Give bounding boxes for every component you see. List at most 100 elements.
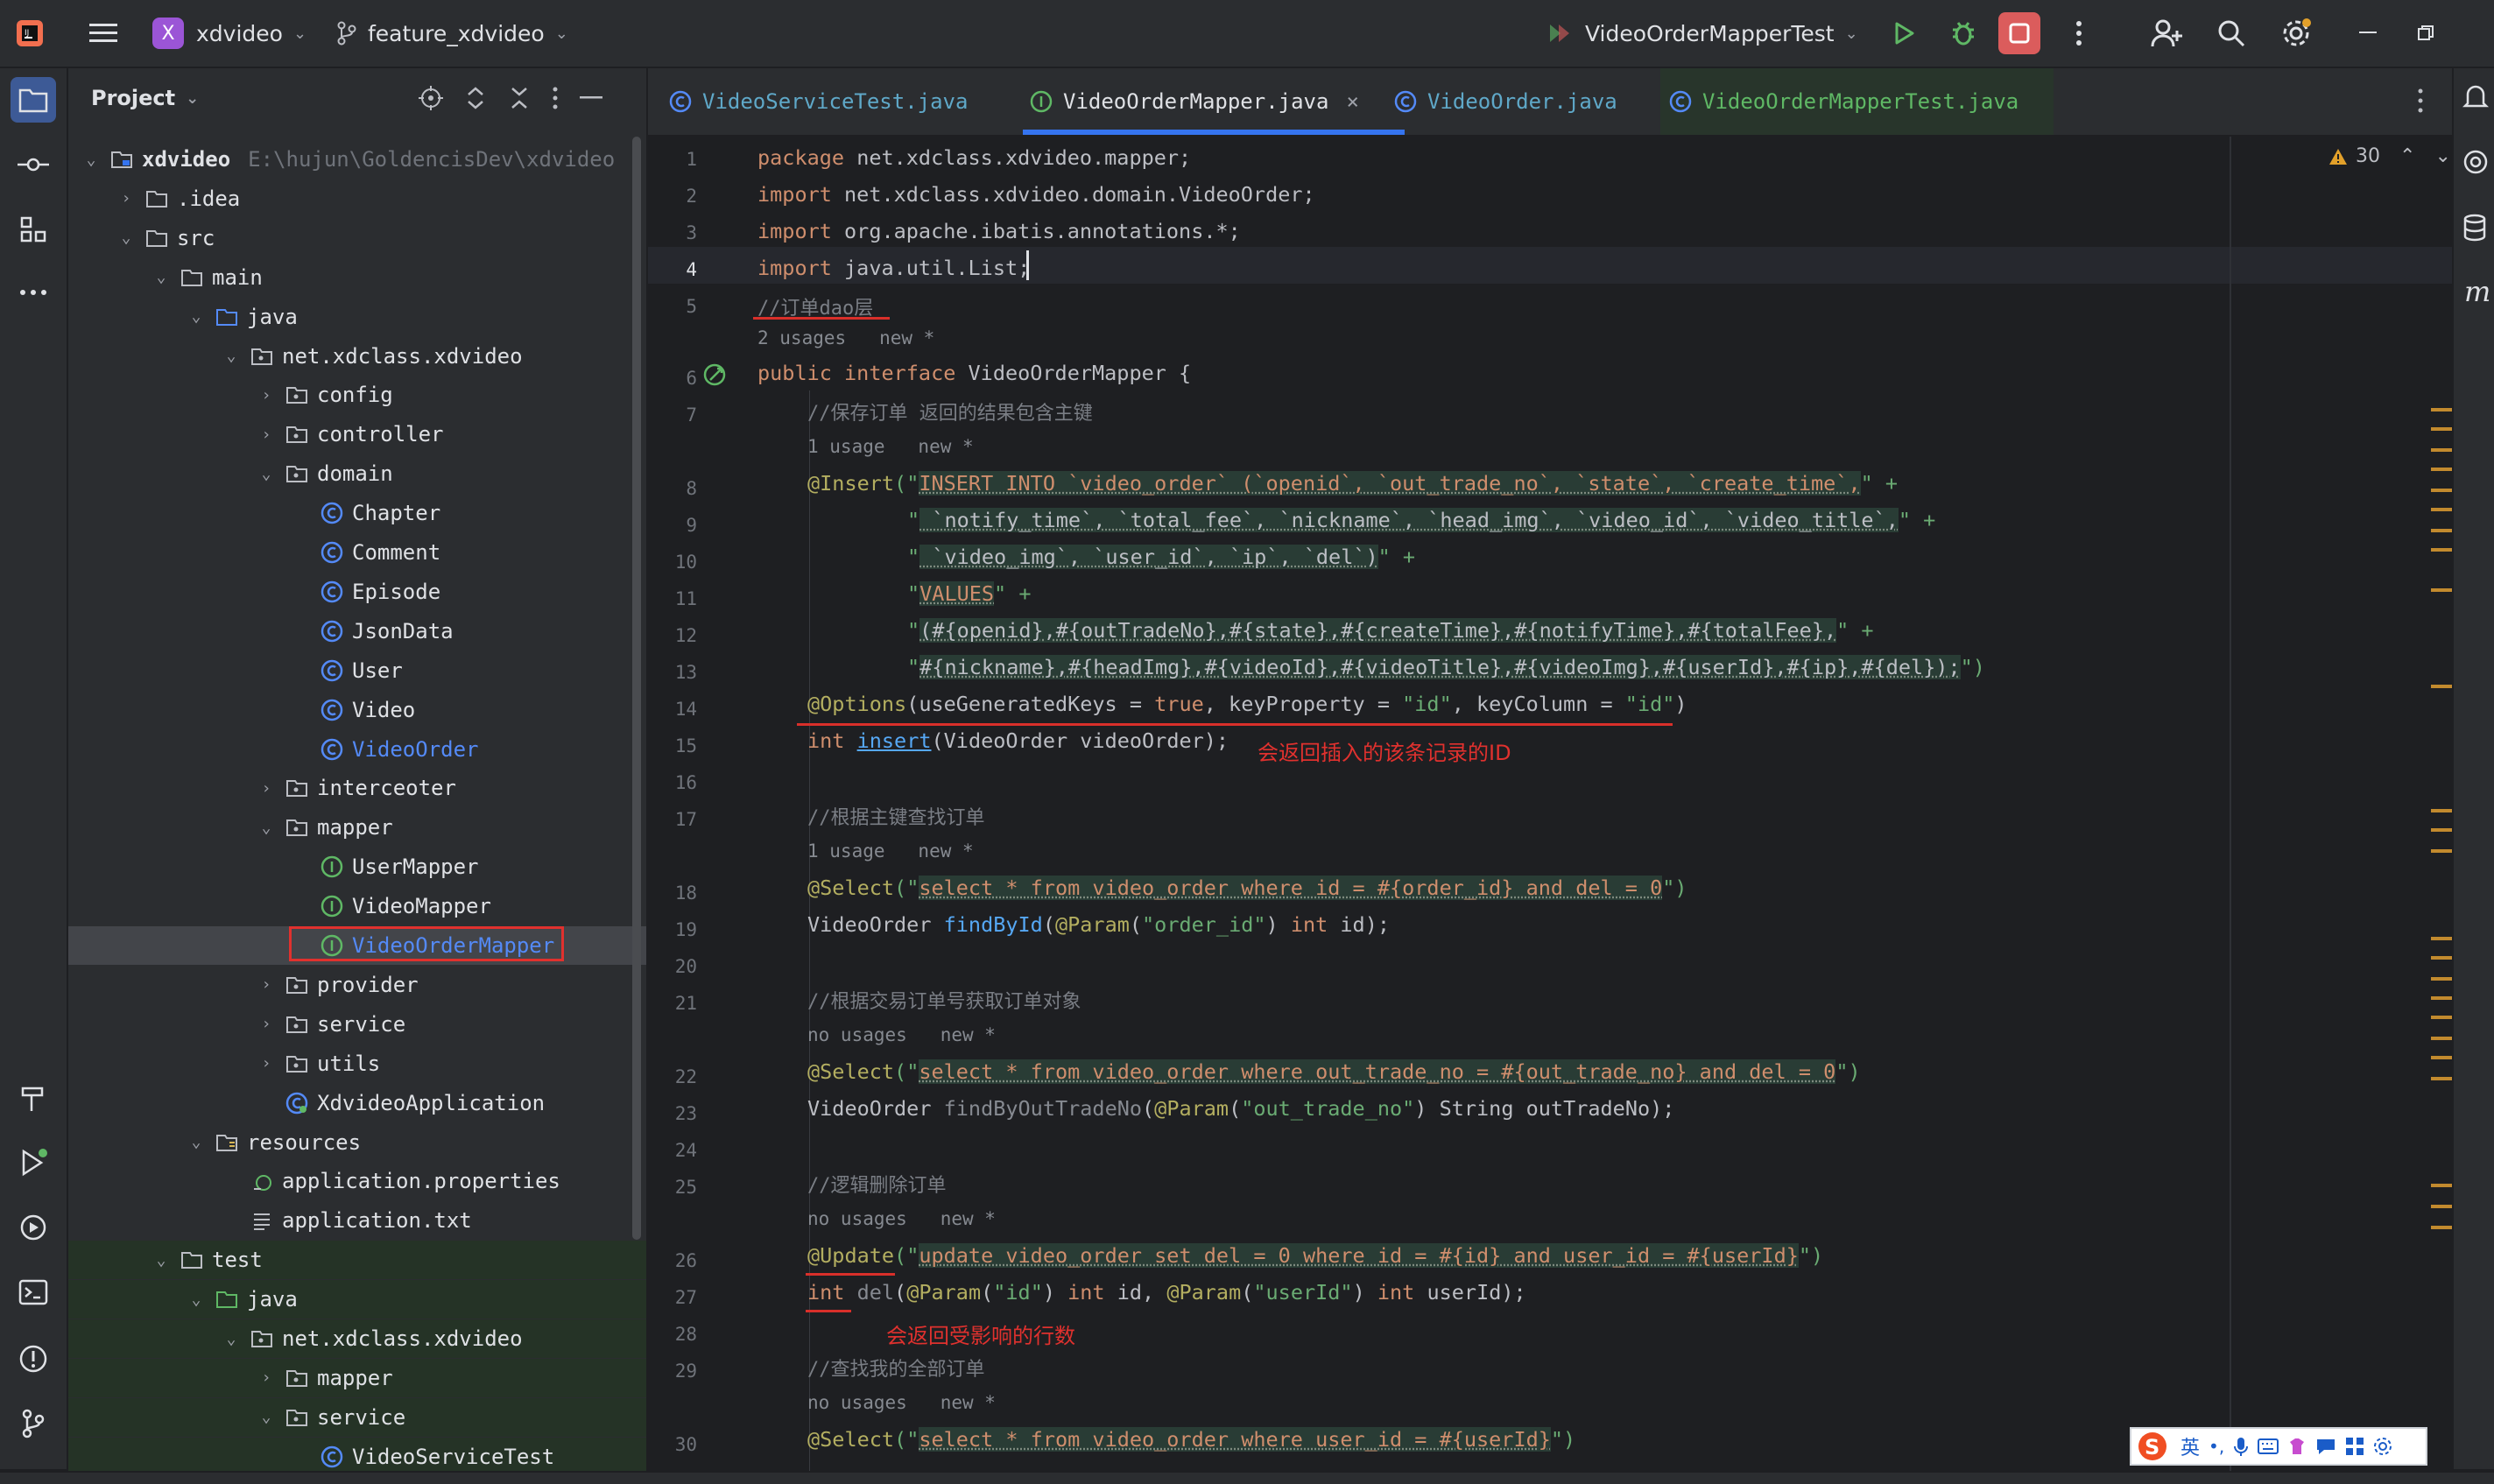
ai-assistant-icon[interactable] [2462, 149, 2489, 179]
ime-toolbar[interactable]: S 英 •, [2130, 1427, 2427, 1466]
tree-item[interactable]: ⌄ domain [68, 454, 646, 493]
chevron-down-icon[interactable]: ⌄ [151, 1251, 172, 1269]
tree-item[interactable]: › .idea [68, 179, 646, 218]
main-menu-icon[interactable] [82, 12, 124, 54]
project-panel-header[interactable]: Project ⌄ [91, 86, 199, 110]
usage-hint[interactable]: 1 usage new * [807, 436, 974, 457]
stop-button[interactable] [1998, 12, 2040, 54]
warning-stripe-mark[interactable] [2431, 548, 2454, 552]
project-tool-icon[interactable] [11, 77, 56, 123]
chevron-down-icon[interactable]: ⌄ [81, 151, 102, 169]
tree-item[interactable]: ⌄ test [68, 1241, 646, 1280]
project-switcher[interactable]: X xdvideo ⌄ [152, 0, 306, 67]
tree-item[interactable]: Comment [68, 533, 646, 572]
chevron-right-icon[interactable]: › [256, 1015, 277, 1033]
usage-hint[interactable]: 1 usage new * [807, 840, 974, 862]
app-logo-icon[interactable]: IJ [9, 12, 51, 54]
tree-item[interactable]: › config [68, 376, 646, 414]
chevron-right-icon[interactable]: › [116, 189, 137, 207]
microphone-icon[interactable] [2233, 1436, 2249, 1457]
minimize-icon[interactable] [2347, 12, 2389, 54]
skin-icon[interactable] [2287, 1437, 2307, 1456]
problems-tool-icon[interactable] [12, 1338, 54, 1380]
tree-item[interactable]: Episode [68, 573, 646, 611]
add-user-icon[interactable] [2145, 12, 2188, 54]
tree-item[interactable]: application.properties [68, 1162, 646, 1200]
tab-video-order-mapper[interactable]: VideoOrderMapper.java × [1030, 68, 1359, 135]
commit-tool-icon[interactable] [12, 144, 54, 186]
warning-stripe-mark[interactable] [2431, 489, 2454, 492]
warning-stripe-mark[interactable] [2431, 809, 2454, 812]
warning-stripe-mark[interactable] [2431, 468, 2454, 471]
tab-video-order[interactable]: VideoOrder.java [1394, 68, 1617, 135]
warning-stripe-mark[interactable] [2431, 956, 2454, 960]
warning-stripe-mark[interactable] [2431, 588, 2454, 592]
chevron-right-icon[interactable]: › [256, 426, 277, 444]
warning-stripe-mark[interactable] [2431, 1016, 2454, 1019]
restore-window-icon[interactable] [2405, 12, 2447, 54]
tree-item[interactable]: VideoMapper [68, 887, 646, 925]
tree-item[interactable]: ⌄ mapper [68, 808, 646, 847]
warning-stripe-mark[interactable] [2431, 427, 2454, 431]
branch-switcher[interactable]: feature_xdvideo ⌄ [336, 0, 568, 67]
chat-icon[interactable] [2315, 1437, 2336, 1456]
notifications-bell-icon[interactable] [2462, 82, 2490, 114]
tree-item[interactable]: VideoOrder [68, 730, 646, 769]
search-icon[interactable] [2210, 12, 2252, 54]
tree-item[interactable]: › service [68, 1005, 646, 1044]
structure-tool-icon[interactable] [12, 208, 54, 250]
tree-item[interactable]: › mapper [68, 1358, 646, 1397]
usage-hint[interactable]: no usages new * [807, 1392, 996, 1413]
tree-item[interactable]: ⌄ net.xdclass.xdvideo [68, 337, 646, 376]
warning-stripe-mark[interactable] [2431, 1205, 2454, 1208]
more-actions-icon[interactable] [2058, 12, 2100, 54]
chevron-down-icon[interactable]: ⌄ [256, 819, 277, 837]
database-icon[interactable] [2462, 214, 2487, 245]
chevron-down-icon[interactable]: ⌄ [221, 347, 242, 365]
project-scrollbar[interactable] [632, 137, 641, 1240]
warning-stripe-mark[interactable] [2431, 1077, 2454, 1080]
usage-hint[interactable]: no usages new * [807, 1208, 996, 1229]
keyboard-icon[interactable] [2258, 1438, 2279, 1455]
chevron-down-icon[interactable]: ⌄ [116, 229, 137, 247]
usage-hint[interactable]: 2 usages new * [757, 327, 934, 348]
tree-item[interactable]: ⌄ java [68, 1280, 646, 1319]
warning-stripe-mark[interactable] [2431, 1226, 2454, 1229]
chevron-down-icon[interactable]: ⌄ [151, 268, 172, 286]
warning-stripe-mark[interactable] [2431, 685, 2454, 688]
chevron-down-icon[interactable]: ⌄ [186, 1291, 207, 1309]
tree-item[interactable]: › provider [68, 966, 646, 1004]
maven-icon[interactable]: m [2464, 275, 2490, 308]
tab-video-service-test[interactable]: VideoServiceTest.java [669, 68, 968, 135]
tree-item[interactable]: ⌄ main [68, 258, 646, 297]
chevron-up-icon[interactable]: ⌃ [2399, 145, 2415, 167]
tree-item[interactable]: ⌄ net.xdclass.xdvideo [68, 1319, 646, 1358]
build-hammer-icon[interactable] [12, 1077, 54, 1119]
tree-item[interactable]: JsonData [68, 612, 646, 651]
tree-item[interactable]: ⌄ java [68, 298, 646, 336]
tree-item[interactable]: › interceoter [68, 769, 646, 807]
tree-item[interactable]: Chapter [68, 494, 646, 532]
collapse-all-icon[interactable] [508, 86, 531, 110]
chevron-right-icon[interactable]: › [256, 975, 277, 994]
warning-stripe-mark[interactable] [2431, 977, 2454, 981]
more-tools-icon[interactable] [12, 271, 54, 313]
usage-hint[interactable]: no usages new * [807, 1024, 996, 1045]
tree-item[interactable]: › controller [68, 415, 646, 454]
tree-item[interactable]: ⌄ resources [68, 1123, 646, 1162]
warning-stripe-mark[interactable] [2431, 828, 2454, 832]
chevron-down-icon[interactable]: ⌄ [256, 465, 277, 483]
tree-item[interactable]: User [68, 651, 646, 690]
close-tab-icon[interactable]: × [1346, 89, 1358, 114]
warning-stripe-mark[interactable] [2431, 849, 2454, 853]
chevron-right-icon[interactable]: › [256, 1368, 277, 1387]
toolbox-grid-icon[interactable] [2345, 1437, 2364, 1456]
settings-gear-icon[interactable] [2275, 12, 2317, 54]
warning-stripe-mark[interactable] [2431, 508, 2454, 511]
expand-all-icon[interactable] [464, 86, 487, 110]
tree-item[interactable]: application.txt [68, 1201, 646, 1240]
tree-item[interactable]: XdvideoApplication [68, 1084, 646, 1122]
hide-panel-icon[interactable] [580, 96, 602, 100]
tree-item[interactable]: UserMapper [68, 847, 646, 886]
warning-stripe-mark[interactable] [2431, 1184, 2454, 1187]
